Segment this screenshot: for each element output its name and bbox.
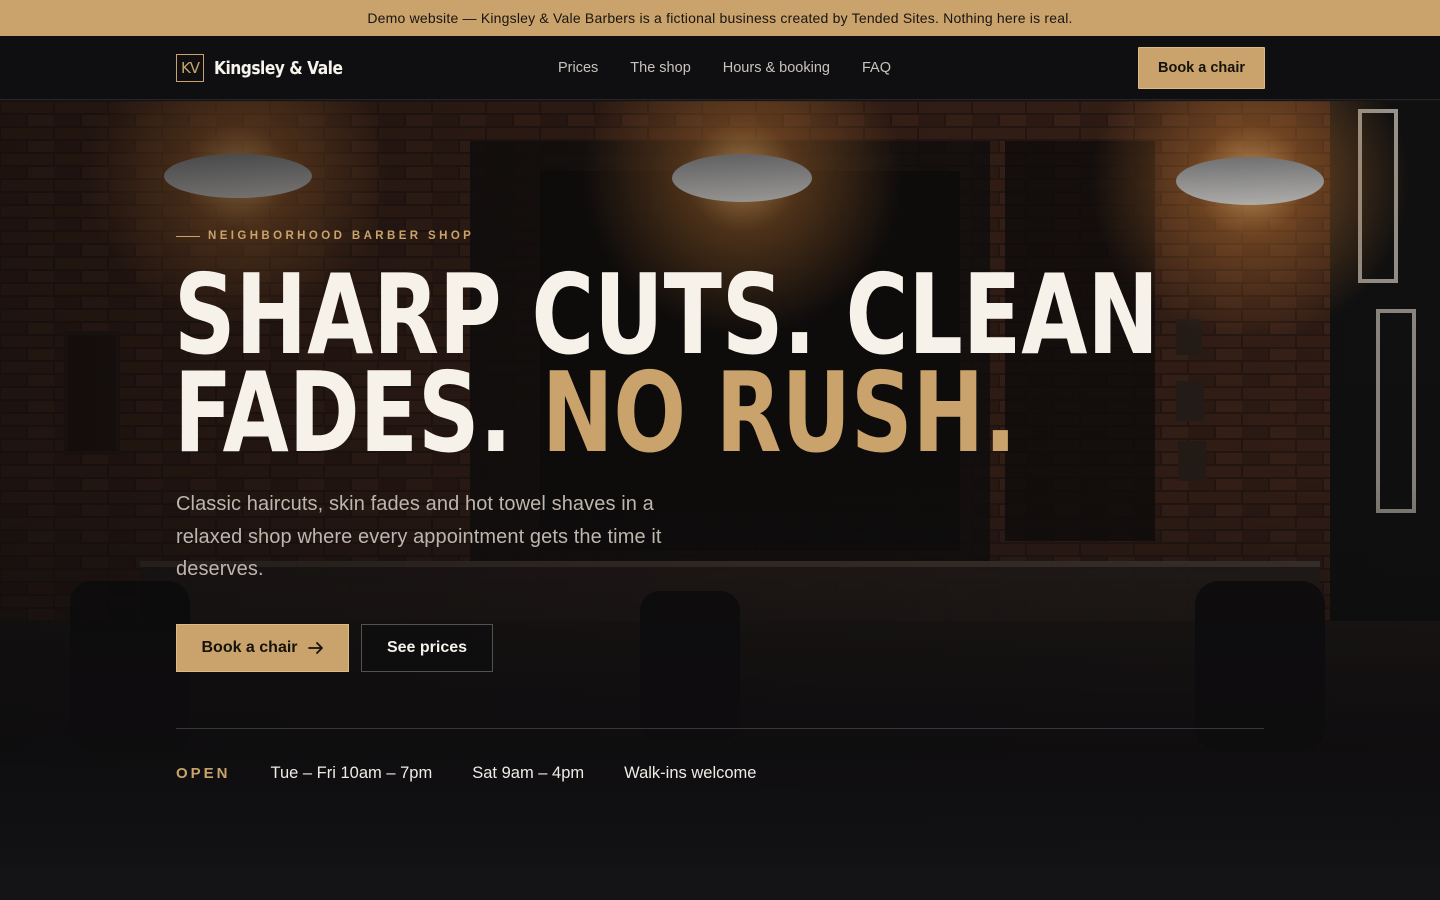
hero-section: NEIGHBORHOOD BARBER SHOP SHARP CUTS. CLE… [0, 101, 1440, 865]
hero-book-chair-label: Book a chair [201, 639, 298, 656]
hours-saturday: Sat 9am – 4pm [472, 763, 585, 782]
hero-eyebrow: NEIGHBORHOOD BARBER SHOP [176, 230, 474, 242]
header-book-chair-button[interactable]: Book a chair [1138, 47, 1265, 89]
hero-eyebrow-text: NEIGHBORHOOD BARBER SHOP [208, 230, 475, 242]
hero-headline: SHARP CUTS. CLEAN FADES. NO RUSH. [174, 260, 1159, 469]
eyebrow-rule [176, 235, 200, 237]
hero-dark-overlay [0, 101, 1440, 865]
main-nav: Prices The shop Hours & booking FAQ [558, 36, 923, 100]
hero-book-chair-button[interactable]: Book a chair [176, 624, 349, 672]
headline-line-2-plain: FADES. [174, 349, 513, 478]
nav-link-the-shop[interactable]: The shop [630, 60, 690, 76]
brand-logo-link[interactable]: KV Kingsley & Vale [176, 54, 363, 82]
hero-see-prices-button[interactable]: See prices [361, 624, 493, 672]
brand-monogram-icon: KV [176, 54, 204, 82]
hero-divider [176, 728, 1264, 729]
site-header: KV Kingsley & Vale Prices The shop Hours… [0, 36, 1440, 100]
demo-notice-bar: Demo website — Kingsley & Vale Barbers i… [0, 0, 1440, 36]
hours-walk-ins: Walk-ins welcome [624, 763, 757, 782]
arrow-right-icon [307, 642, 323, 654]
nav-link-hours-booking[interactable]: Hours & booking [723, 60, 830, 76]
headline-line-2-accent: NO RUSH. [541, 349, 1017, 478]
next-section-edge [0, 865, 1440, 900]
brand-name: Kingsley & Vale [214, 57, 343, 79]
hero-lede: Classic haircuts, skin fades and hot tow… [176, 493, 662, 580]
hours-open-label: OPEN [176, 764, 231, 782]
hours-weekday: Tue – Fri 10am – 7pm [270, 763, 433, 782]
opening-hours-strip: OPEN Tue – Fri 10am – 7pm Sat 9am – 4pm … [176, 761, 796, 785]
demo-notice-text: Demo website — Kingsley & Vale Barbers i… [367, 10, 1073, 26]
nav-link-prices[interactable]: Prices [558, 60, 598, 76]
nav-link-faq[interactable]: FAQ [862, 60, 891, 76]
